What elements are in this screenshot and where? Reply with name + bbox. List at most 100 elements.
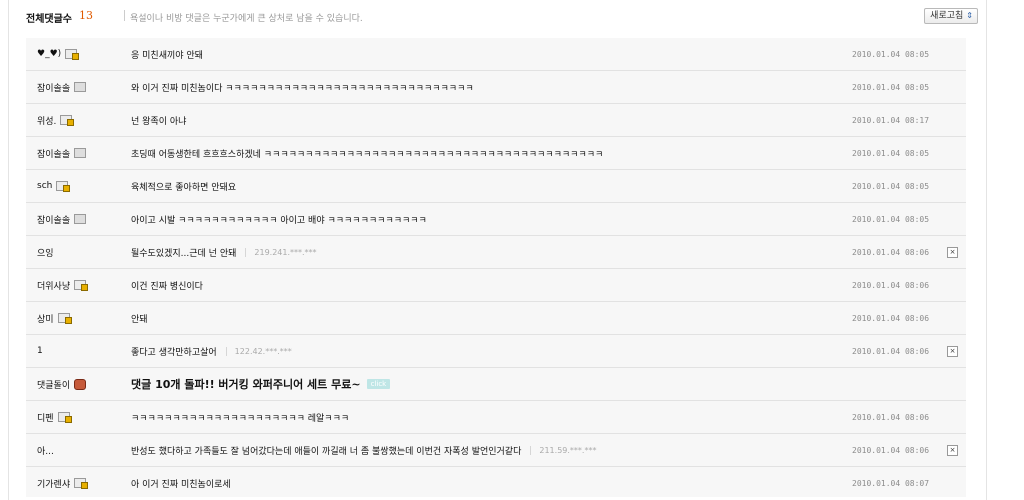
comment-author-name: 더위사냥 (37, 281, 71, 292)
comment-date: 2010.01.04 08:05 (852, 82, 930, 92)
comment-date: 2010.01.04 08:17 (852, 115, 930, 125)
comment-author-name: 1 (37, 346, 43, 356)
comment-author[interactable]: sch (37, 170, 71, 202)
comment-author[interactable]: 댓글돌이 (37, 368, 87, 400)
comment-date: 2010.01.04 08:05 (852, 181, 930, 191)
delete-comment-icon[interactable]: × (947, 346, 958, 357)
comment-content: 반성도 했다하고 가족들도 잘 넘어갔다는데 애들이 까길래 너 좀 불쌍했는데… (131, 434, 596, 466)
comment-author[interactable]: ♥_♥) (37, 38, 80, 70)
comment-date: 2010.01.04 08:06 (852, 280, 930, 290)
comment-author-name: ♥_♥) (37, 49, 62, 59)
comment-author[interactable]: 더위사냥 (37, 269, 89, 301)
comment-text: 아이고 시발 ㅋㅋㅋㅋㅋㅋㅋㅋㅋㅋㅋㅋ 아이고 배야 ㅋㅋㅋㅋㅋㅋㅋㅋㅋㅋㅋㅋ (131, 215, 427, 226)
comment-text: 댓글 10개 돌파!! 버거킹 와퍼주니어 세트 무료~ (131, 378, 361, 391)
comment-author-name: sch (37, 181, 53, 191)
comment-ip: 211.59.***.*** (539, 445, 597, 455)
member-lock-icon (65, 49, 80, 60)
comment-content: 이건 진짜 병신이다 (131, 269, 203, 301)
comment-text: 초딩때 어동생한테 흐흐흐스하겠네 ㅋㅋㅋㅋㅋㅋㅋㅋㅋㅋㅋㅋㅋㅋㅋㅋㅋㅋㅋㅋㅋㅋ… (131, 149, 604, 160)
comment-author[interactable]: 기가렌샤 (37, 467, 89, 499)
comment-author-name: 으잉 (37, 248, 54, 259)
comment-author[interactable]: 상미 (37, 302, 72, 334)
comment-text: 육체적으로 좋아하면 안돼요 (131, 182, 237, 193)
refresh-button[interactable]: 새로고침 ⇕ (924, 8, 978, 24)
comment-content: 육체적으로 좋아하면 안돼요 (131, 170, 236, 202)
comment-ip: 219.241.***.*** (254, 247, 317, 257)
comment-date: 2010.01.04 08:06 (852, 313, 930, 323)
comment-content: 댓글 10개 돌파!! 버거킹 와퍼주니어 세트 무료~ click (131, 368, 391, 400)
comment-author[interactable]: 위성. (37, 104, 75, 136)
comment-text: 이건 진짜 병신이다 (131, 281, 203, 292)
header-divider (124, 10, 125, 21)
comment-author[interactable]: 잠이솔솔 (37, 71, 87, 103)
comment-date: 2010.01.04 08:06 (852, 346, 930, 356)
comment-row: 위성. 넌 왕족이 아냐 2010.01.04 08:17 (26, 104, 966, 137)
comment-row: 잠이솔솔 아이고 시발 ㅋㅋㅋㅋㅋㅋㅋㅋㅋㅋㅋㅋ 아이고 배야 ㅋㅋㅋㅋㅋㅋㅋㅋㅋ… (26, 203, 966, 236)
comment-author-name: 댓글돌이 (37, 380, 71, 391)
comment-author[interactable]: 아... (37, 434, 54, 466)
comment-row: 상미 안돼 2010.01.04 08:06 (26, 302, 966, 335)
member-lock-icon (56, 181, 71, 192)
comment-date: 2010.01.04 08:05 (852, 214, 930, 224)
comment-date: 2010.01.04 08:07 (852, 478, 930, 488)
member-lock-icon (57, 313, 72, 324)
comment-text: 될수도있겠지...근데 넌 안돼 (131, 248, 237, 259)
comment-author[interactable]: 으잉 (37, 236, 54, 268)
comment-date: 2010.01.04 08:05 (852, 148, 930, 158)
member-lock-icon (60, 115, 75, 126)
comment-text: 반성도 했다하고 가족들도 잘 넘어갔다는데 애들이 까길래 너 좀 불쌍했는데… (131, 446, 522, 457)
comment-date: 2010.01.04 08:05 (852, 49, 930, 59)
comment-author[interactable]: 잠이솔솔 (37, 203, 87, 235)
comment-notice: 욕설이나 비방 댓글은 누군가에게 큰 상처로 남을 수 있습니다. (130, 14, 363, 24)
comment-author[interactable]: 디펜 (37, 401, 72, 433)
ip-divider (245, 247, 247, 257)
comment-author-name: 아... (37, 446, 54, 457)
comment-text: 응 미친새끼야 안돼 (131, 50, 203, 61)
comment-text: 넌 왕족이 아냐 (131, 116, 187, 127)
refresh-button-label: 새로고침 (930, 11, 964, 21)
comment-author-name: 위성. (37, 116, 57, 127)
member-grade-icon (74, 214, 87, 224)
comment-row: 으잉 될수도있겠지...근데 넌 안돼 219.241.***.*** 2010.01… (26, 236, 966, 269)
comment-author-name: 기가렌샤 (37, 479, 71, 490)
comment-text: 와 이거 진짜 미친놈이다 ㅋㅋㅋㅋㅋㅋㅋㅋㅋㅋㅋㅋㅋㅋㅋㅋㅋㅋㅋㅋㅋㅋㅋㅋㅋㅋ… (131, 83, 474, 94)
comment-row: 디펜 ㅋㅋㅋㅋㅋㅋㅋㅋㅋㅋㅋㅋㅋㅋㅋㅋㅋㅋㅋㅋㅋ 레알ㅋㅋㅋ 2010.01.04 … (26, 401, 966, 434)
total-comments-count: 13 (79, 9, 93, 22)
comment-date: 2010.01.04 08:06 (852, 445, 930, 455)
comment-row: 기가렌샤 아 이거 진짜 미친놈이로세 2010.01.04 08:07 (26, 467, 966, 497)
comment-header: 전체댓글수 13 욕설이나 비방 댓글은 누군가에게 큰 상처로 남을 수 있습… (26, 8, 978, 25)
comment-author-name: 잠이솔솔 (37, 149, 71, 160)
comment-content: 안돼 (131, 302, 148, 334)
member-lock-icon (57, 412, 72, 423)
comment-row: 댓글돌이 댓글 10개 돌파!! 버거킹 와퍼주니어 세트 무료~ click (26, 368, 966, 401)
comment-ip: 122.42.***.*** (234, 346, 292, 356)
comment-author-name: 잠이솔솔 (37, 83, 71, 94)
member-lock-icon (74, 478, 89, 489)
comment-row: 잠이솔솔 와 이거 진짜 미친놈이다 ㅋㅋㅋㅋㅋㅋㅋㅋㅋㅋㅋㅋㅋㅋㅋㅋㅋㅋㅋㅋㅋㅋ… (26, 71, 966, 104)
ip-divider (530, 445, 532, 455)
comment-content: 초딩때 어동생한테 흐흐흐스하겠네 ㅋㅋㅋㅋㅋㅋㅋㅋㅋㅋㅋㅋㅋㅋㅋㅋㅋㅋㅋㅋㅋㅋ… (131, 137, 603, 169)
refresh-icon: ⇕ (966, 11, 973, 20)
mascot-icon (74, 378, 87, 390)
comment-text: 아 이거 진짜 미친놈이로세 (131, 479, 231, 490)
member-grade-icon (74, 148, 87, 158)
comment-author[interactable]: 잠이솔솔 (37, 137, 87, 169)
comment-author-name: 디펜 (37, 413, 54, 424)
comment-row: sch 육체적으로 좋아하면 안돼요 2010.01.04 08:05 (26, 170, 966, 203)
click-badge[interactable]: click (366, 379, 391, 389)
frame-right-border (986, 0, 987, 500)
delete-comment-icon[interactable]: × (947, 445, 958, 456)
comment-list: ♥_♥) 응 미친새끼야 안돼 2010.01.04 08:05 잠이솔솔 와 이거 진… (26, 38, 966, 497)
comment-author[interactable]: 1 (37, 335, 43, 367)
delete-comment-icon[interactable]: × (947, 247, 958, 258)
comment-content: 응 미친새끼야 안돼 (131, 38, 203, 70)
comment-content: 넌 왕족이 아냐 (131, 104, 186, 136)
comment-row: 더위사냥 이건 진짜 병신이다 2010.01.04 08:06 (26, 269, 966, 302)
comment-row: 아... 반성도 했다하고 가족들도 잘 넘어갔다는데 애들이 까길래 너 좀 불… (26, 434, 966, 467)
total-comments-label: 전체댓글수 (26, 14, 72, 25)
comment-content: 좋다고 생각만하고살어 122.42.***.*** (131, 335, 292, 367)
comment-content: ㅋㅋㅋㅋㅋㅋㅋㅋㅋㅋㅋㅋㅋㅋㅋㅋㅋㅋㅋㅋㅋ 레알ㅋㅋㅋ (131, 401, 349, 433)
comment-content: 될수도있겠지...근데 넌 안돼 219.241.***.*** (131, 236, 317, 268)
frame-left-border (8, 0, 9, 500)
comment-date: 2010.01.04 08:06 (852, 412, 930, 422)
